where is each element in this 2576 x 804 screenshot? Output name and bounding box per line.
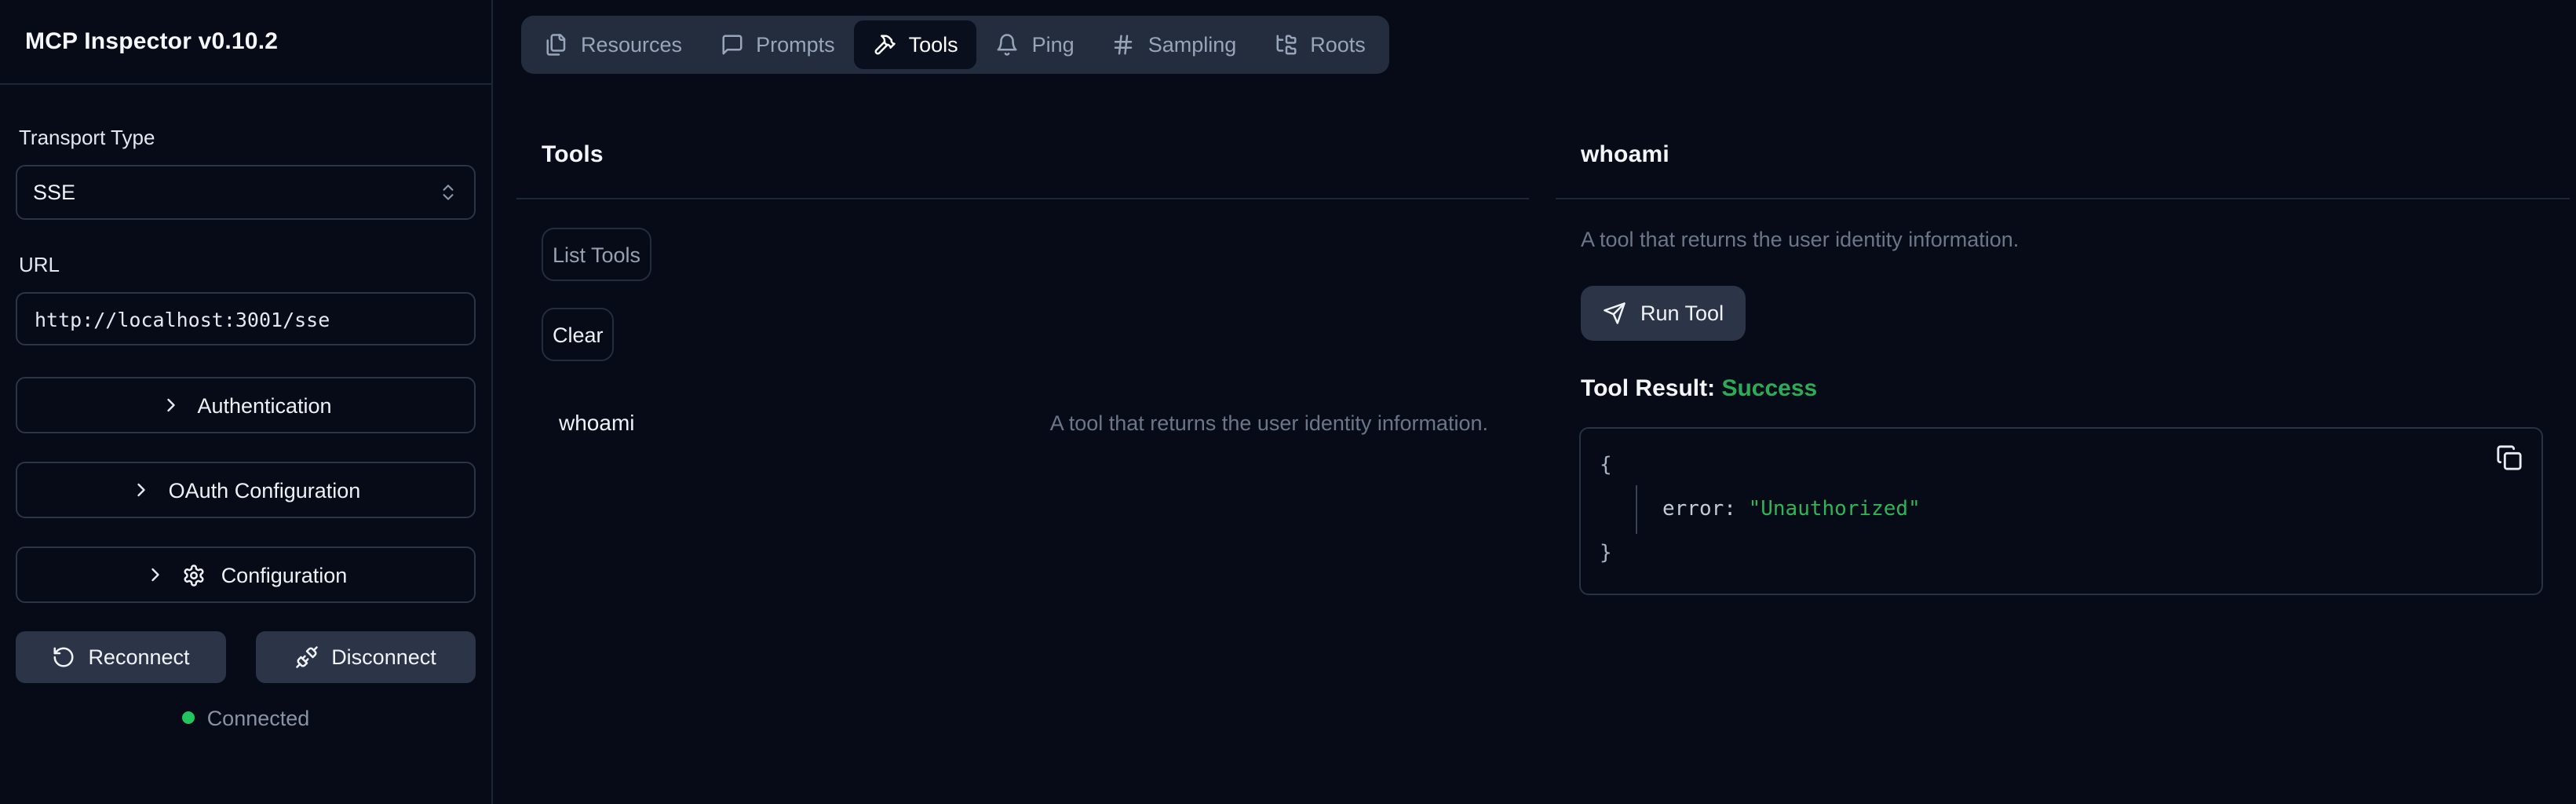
list-tools-button[interactable]: List Tools <box>542 228 651 281</box>
tools-panel-title: Tools <box>542 141 1504 170</box>
disconnect-button[interactable]: Disconnect <box>256 631 476 683</box>
connected-dot-icon <box>182 711 195 724</box>
tab-label: Tools <box>909 33 958 57</box>
oauth-configuration-toggle[interactable]: OAuth Configuration <box>16 462 476 518</box>
reconnect-button[interactable]: Reconnect <box>16 631 226 683</box>
detail-panel-title: whoami <box>1581 141 2545 170</box>
copy-icon <box>2496 444 2523 471</box>
transport-type-select[interactable]: SSE <box>16 165 476 220</box>
tab-sampling[interactable]: Sampling <box>1093 20 1256 69</box>
tool-result-json: { error: "Unauthorized" } <box>1579 427 2543 595</box>
json-open-brace: { <box>1600 449 2523 482</box>
detail-panel-description: A tool that returns the user identity in… <box>1581 228 2545 253</box>
chevrons-up-down-icon <box>438 182 458 203</box>
json-body: error: "Unauthorized" <box>1636 485 2523 534</box>
configuration-label: Configuration <box>221 563 348 587</box>
tool-result-status: Success <box>1721 375 1817 402</box>
tab-roots[interactable]: Roots <box>1255 20 1385 69</box>
sidebar: MCP Inspector v0.10.2 Transport Type SSE… <box>0 0 493 804</box>
gear-icon <box>182 563 206 587</box>
tab-tools[interactable]: Tools <box>854 20 977 69</box>
tab-ping[interactable]: Ping <box>977 20 1093 69</box>
rotate-ccw-icon <box>52 645 75 669</box>
tool-list-item-whoami[interactable]: whoami A tool that returns the user iden… <box>542 407 1504 438</box>
sidebar-body: Transport Type SSE URL Authentication <box>0 85 491 732</box>
clear-button[interactable]: Clear <box>542 308 615 361</box>
divider <box>1556 198 2570 199</box>
authentication-toggle[interactable]: Authentication <box>16 377 476 433</box>
files-icon <box>545 33 568 57</box>
run-tool-button[interactable]: Run Tool <box>1581 286 1746 341</box>
divider <box>516 198 1529 199</box>
tab-label: Prompts <box>756 33 835 57</box>
tab-label: Sampling <box>1148 33 1237 57</box>
transport-type-value: SSE <box>33 181 75 204</box>
tool-detail-panel: whoami A tool that returns the user iden… <box>1556 141 2570 595</box>
chevron-right-icon <box>144 564 166 586</box>
json-key: error: <box>1662 498 1736 521</box>
configuration-toggle[interactable]: Configuration <box>16 546 476 603</box>
message-square-icon <box>720 33 743 57</box>
disconnect-label: Disconnect <box>331 645 436 669</box>
authentication-label: Authentication <box>197 393 331 417</box>
oauth-configuration-label: OAuth Configuration <box>169 478 361 502</box>
tool-result-label: Tool Result: <box>1581 375 1715 402</box>
copy-button[interactable] <box>2496 444 2523 471</box>
json-string-value: "Unauthorized" <box>1749 498 1921 521</box>
hammer-icon <box>873 33 896 57</box>
send-icon <box>1603 302 1626 325</box>
reconnect-label: Reconnect <box>88 645 189 669</box>
tool-name: whoami <box>559 410 635 435</box>
json-close-brace: } <box>1600 537 2523 570</box>
connection-actions: Reconnect Disconnect <box>16 631 476 683</box>
main-content: Resources Prompts Tools Ping <box>493 0 2576 804</box>
tab-prompts[interactable]: Prompts <box>701 20 854 69</box>
url-label: URL <box>19 253 476 276</box>
tool-description: A tool that returns the user identity in… <box>1050 411 1488 434</box>
app-title: MCP Inspector v0.10.2 <box>25 28 278 55</box>
connection-status: Connected <box>16 704 476 732</box>
tools-list-panel: Tools List Tools Clear whoami A tool tha… <box>516 141 1529 438</box>
tab-label: Resources <box>581 33 682 57</box>
tool-result-line: Tool Result: Success <box>1581 375 2545 404</box>
run-tool-label: Run Tool <box>1640 302 1724 325</box>
chevron-right-icon <box>159 394 181 416</box>
bell-icon <box>996 33 1020 57</box>
chevron-right-icon <box>131 479 153 501</box>
tab-resources[interactable]: Resources <box>526 20 701 69</box>
transport-type-label: Transport Type <box>19 126 476 149</box>
folder-tree-icon <box>1274 33 1297 57</box>
unplug-icon <box>295 645 319 669</box>
connected-label: Connected <box>207 706 310 729</box>
app-root: MCP Inspector v0.10.2 Transport Type SSE… <box>0 0 2576 804</box>
tabbar: Resources Prompts Tools Ping <box>521 16 1389 74</box>
hash-icon <box>1112 33 1136 57</box>
url-input[interactable] <box>16 292 476 345</box>
tab-label: Roots <box>1310 33 1366 57</box>
tab-label: Ping <box>1032 33 1075 57</box>
sidebar-header: MCP Inspector v0.10.2 <box>0 0 491 85</box>
